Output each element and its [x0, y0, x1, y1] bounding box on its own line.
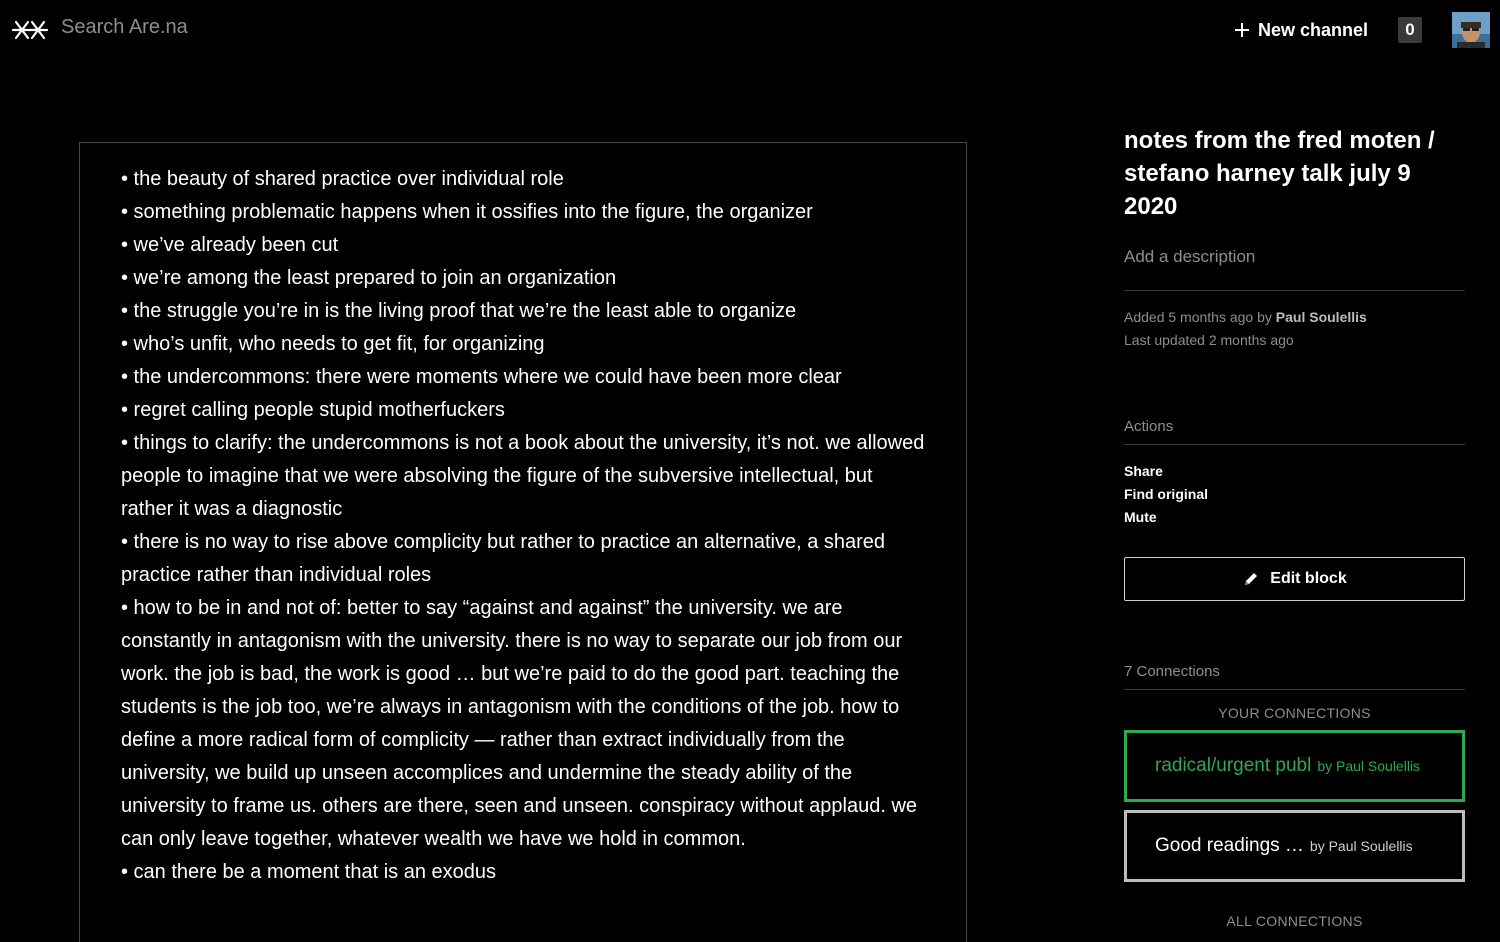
plus-icon [1234, 22, 1250, 38]
search-input[interactable] [61, 16, 461, 39]
block-content: • the beauty of shared practice over ind… [80, 143, 966, 889]
text-block: • the beauty of shared practice over ind… [79, 142, 967, 942]
divider [1124, 689, 1465, 690]
add-description-link[interactable]: Add a description [1124, 247, 1465, 267]
actions-list: Share Find original Mute [1124, 460, 1465, 529]
new-channel-label: New channel [1258, 19, 1369, 40]
edit-block-button[interactable]: Edit block [1124, 557, 1465, 601]
block-paragraph: • we’re among the least prepared to join… [121, 267, 617, 289]
your-connections-label: YOUR CONNECTIONS [1218, 705, 1371, 721]
all-connections-label: ALL CONNECTIONS [1226, 913, 1363, 929]
block-paragraph: • regret calling people stupid motherfuc… [121, 399, 505, 421]
avatar-image [1452, 12, 1490, 48]
actions-label: Actions [1124, 418, 1174, 435]
block-paragraph: • how to be in and not of: better to say… [121, 597, 918, 850]
block-title: notes from the fred moten / stefano harn… [1124, 127, 1435, 220]
share-action[interactable]: Share [1124, 460, 1465, 483]
block-paragraph: • we’ve already been cut [121, 234, 339, 256]
connection-title: radical/urgent publ [1155, 755, 1312, 776]
author-link[interactable]: Paul Soulellis [1276, 309, 1367, 325]
block-meta: Added 5 months ago by Paul Soulellis Las… [1124, 306, 1465, 352]
divider [1124, 290, 1465, 291]
divider [1124, 444, 1465, 445]
find-original-action[interactable]: Find original [1124, 483, 1465, 506]
notification-count-badge[interactable]: 0 [1398, 17, 1422, 43]
block-paragraph: • there is no way to rise above complici… [121, 531, 886, 586]
connections-count: 7 Connections [1124, 663, 1220, 680]
block-paragraph: • the struggle you’re in is the living p… [121, 300, 797, 322]
block-paragraph: • the undercommons: there were moments w… [121, 366, 842, 388]
block-sidebar: notes from the fred moten / stefano harn… [1124, 120, 1465, 929]
connection-title: Good readings … [1155, 835, 1304, 856]
connection-card[interactable]: Good readings … by Paul Soulellis [1124, 810, 1465, 882]
avatar[interactable] [1452, 12, 1490, 48]
connection-card[interactable]: radical/urgent publ by Paul Soulellis [1124, 730, 1465, 802]
block-paragraph: • who’s unfit, who needs to get fit, for… [121, 333, 545, 355]
block-paragraph: • something problematic happens when it … [121, 201, 813, 223]
added-line: Added 5 months ago by Paul Soulellis [1124, 306, 1465, 329]
last-updated: Last updated 2 months ago [1124, 332, 1294, 348]
added-prefix: Added 5 months ago by [1124, 309, 1272, 325]
block-paragraph: • things to clarify: the undercommons is… [121, 432, 925, 520]
connection-author: by Paul Soulellis [1317, 758, 1421, 774]
block-paragraph: • can there be a moment that is an exodu… [121, 861, 496, 883]
mute-action[interactable]: Mute [1124, 506, 1465, 529]
pencil-icon [1245, 573, 1258, 585]
connection-author: by Paul Soulellis [1309, 838, 1413, 854]
arena-logo-icon[interactable] [11, 17, 49, 43]
block-paragraph: • the beauty of shared practice over ind… [121, 168, 564, 190]
edit-block-label: Edit block [1270, 570, 1347, 587]
top-bar: New channel 0 [0, 0, 1500, 60]
new-channel-button[interactable]: New channel [1234, 18, 1368, 42]
